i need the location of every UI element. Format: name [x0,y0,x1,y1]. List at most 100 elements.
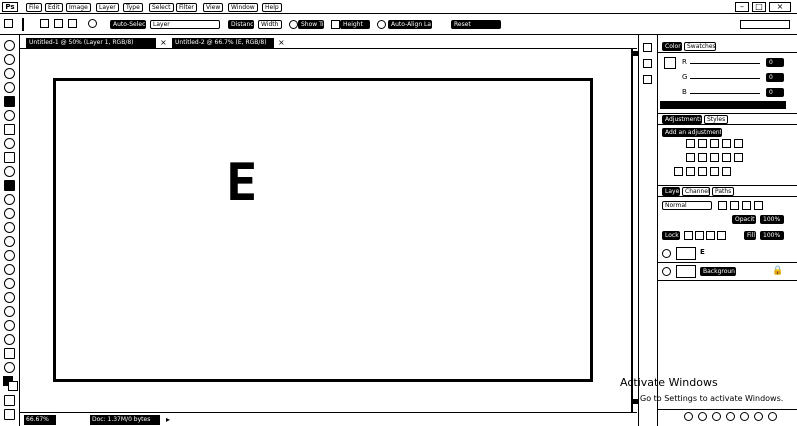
width-field[interactable]: Width [258,20,282,29]
hue-icon[interactable] [686,153,695,162]
color-ramp[interactable] [660,101,786,109]
blend-mode-dropdown[interactable]: Normal [662,201,712,210]
tab-untitled-2[interactable]: Untitled-2 @ 66.7% (E, RGB/8) [172,38,274,48]
eyedropper-tool-icon[interactable] [4,110,15,121]
menu-window[interactable]: Window [228,3,258,12]
3d-rotate-tool-icon[interactable] [4,292,15,303]
gradient-tool-icon[interactable] [4,194,15,205]
rotate-icon[interactable] [88,19,97,28]
tab-channels[interactable]: Channels [682,187,710,196]
layer-row-background[interactable]: Background 🔒 [658,263,797,281]
zoom-level[interactable]: 66.67% [24,415,56,425]
layer-row-text[interactable]: E [658,245,797,263]
opacity-value[interactable]: 100% [760,215,784,224]
dodge-tool-icon[interactable] [4,222,15,233]
extra-tool-icon[interactable] [4,348,15,359]
channel-b-value[interactable]: 0 [766,88,784,97]
lock-brush-icon[interactable] [695,231,704,240]
path-select-tool-icon[interactable] [4,264,15,275]
healing-tool-icon[interactable] [4,124,15,135]
brush-tool-icon[interactable] [4,138,15,149]
status-arrow-icon[interactable]: ▸ [166,415,170,424]
hand-tool-icon[interactable] [4,320,15,331]
threshold-icon[interactable] [698,167,707,176]
curves-icon[interactable] [710,139,719,148]
tab-layers[interactable]: Layers [662,187,680,196]
auto-select-dropdown[interactable]: Layer [150,20,220,29]
menu-edit[interactable]: Edit [45,3,63,12]
tab-styles[interactable]: Styles [704,115,728,124]
eye-icon[interactable] [662,267,671,276]
transform-toggle[interactable]: Show Transform Controls [298,20,324,29]
menu-view[interactable]: View [203,3,224,12]
menu-image[interactable]: Image [66,3,91,12]
marquee-tool-icon[interactable] [4,54,15,65]
link-icon[interactable] [684,412,693,421]
balance-icon[interactable] [698,153,707,162]
pen-tool-icon[interactable] [4,236,15,247]
reset-button[interactable]: Reset [451,20,501,29]
fill-value[interactable]: 100% [760,231,784,240]
group-icon[interactable] [740,412,749,421]
quick-select-tool-icon[interactable] [4,82,15,93]
layout-icon-3[interactable] [68,19,77,28]
tab-untitled-1[interactable]: Untitled-1 @ 50% (Layer 1, RGB/8) [26,38,156,48]
check-icon[interactable] [331,20,340,29]
menu-select[interactable]: Select [149,3,174,12]
channel-r-slider[interactable] [690,63,760,64]
3d-orbit-tool-icon[interactable] [4,306,15,317]
menu-file[interactable]: File [26,3,43,12]
filter-icon[interactable] [718,201,727,210]
foreground-swatch[interactable] [664,57,676,69]
brightness-icon[interactable] [686,139,695,148]
extra-tool-icon-2[interactable] [4,362,15,373]
channel-g-value[interactable]: 0 [766,73,784,82]
minimize-button[interactable]: – [735,2,749,12]
menu-help[interactable]: Help [262,3,282,12]
photo-filter-icon[interactable] [722,153,731,162]
exposure-icon[interactable] [722,139,731,148]
mask-icon[interactable] [712,412,721,421]
background-color-swatch[interactable] [8,381,18,391]
quick-mask-icon[interactable] [4,395,15,406]
tab-paths[interactable]: Paths [712,187,734,196]
auto-align-button[interactable]: Auto-Align Layers [388,20,432,29]
stamp-tool-icon[interactable] [4,152,15,163]
fx-icon[interactable] [698,412,707,421]
lock-all-icon[interactable] [717,231,726,240]
filter-icon-2[interactable] [730,201,739,210]
app-logo[interactable]: Ps [2,2,18,12]
tab-color[interactable]: Color [662,42,682,51]
shape-tool-icon[interactable] [4,278,15,289]
canvas-text-layer[interactable]: E [226,157,257,209]
menu-type[interactable]: Type [123,3,143,12]
move-tool-icon[interactable] [4,40,15,51]
height-field[interactable]: Height [340,20,370,29]
tab-close[interactable]: × [278,38,285,47]
maximize-button[interactable]: □ [752,2,766,12]
align-icon[interactable] [377,20,386,29]
layout-icon[interactable] [40,19,49,28]
distance-field[interactable]: Distance [228,20,254,29]
properties-panel-icon[interactable] [643,59,652,68]
bw-icon[interactable] [710,153,719,162]
history-panel-icon[interactable] [643,43,652,52]
history-brush-icon[interactable] [4,166,15,177]
posterize-icon[interactable] [686,167,695,176]
adjustment-icon[interactable] [726,412,735,421]
gradient-map-icon[interactable] [710,167,719,176]
blur-tool-icon[interactable] [4,208,15,219]
filter-icon-3[interactable] [742,201,751,210]
lasso-tool-icon[interactable] [4,68,15,79]
invert-icon[interactable] [674,167,683,176]
channel-b-slider[interactable] [690,93,760,94]
tab-swatches[interactable]: Swatches [684,42,716,51]
type-tool-icon[interactable] [4,250,15,261]
tab-adjustments[interactable]: Adjustments [662,115,702,124]
eye-icon[interactable] [662,249,671,258]
channel-g-slider[interactable] [690,78,760,79]
move-tool-icon[interactable] [4,19,13,28]
menu-layer[interactable]: Layer [96,3,119,12]
selective-color-icon[interactable] [722,167,731,176]
checkbox-icon[interactable] [289,20,298,29]
